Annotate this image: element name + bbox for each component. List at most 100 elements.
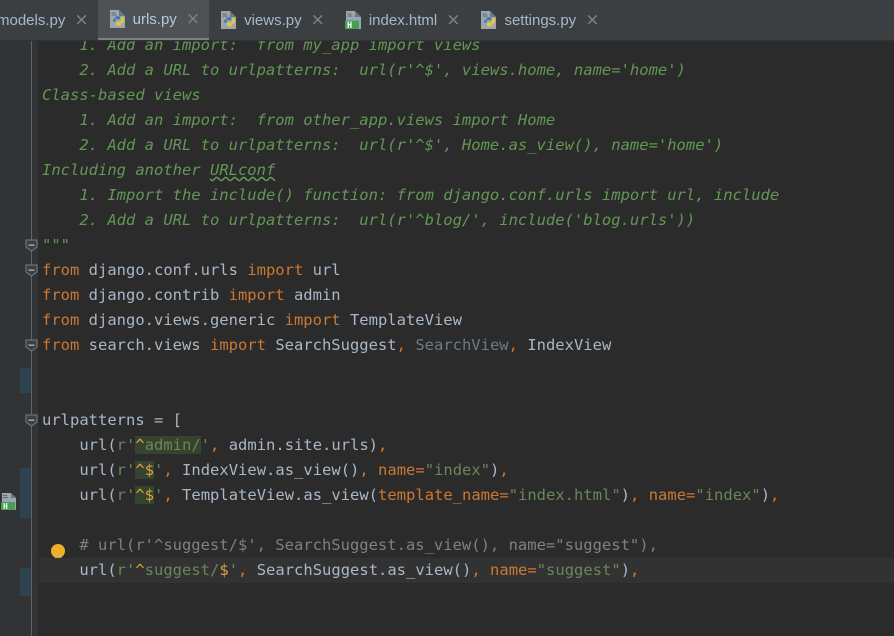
tab-label: settings.py	[504, 11, 577, 29]
code-line[interactable]: Including another URLconf	[39, 158, 275, 183]
svg-text:H: H	[347, 21, 352, 29]
code-token: ^	[135, 436, 145, 454]
python-file-icon	[480, 11, 497, 29]
code-token: django.views.generic	[79, 311, 285, 329]
code-token: r	[116, 486, 126, 504]
close-icon[interactable]: ×	[74, 11, 88, 29]
code-token: name=	[648, 486, 696, 504]
editor-gutter[interactable]: H	[0, 41, 65, 636]
code-token: search.views	[79, 336, 210, 354]
code-line[interactable]: 1. Add an import: from other_app.views i…	[39, 108, 555, 133]
code-line[interactable]	[39, 608, 42, 633]
code-token: ,	[630, 561, 640, 579]
code-token: ,	[163, 486, 173, 504]
code-token: SearchSuggest.as_view()	[247, 561, 472, 579]
code-token: '	[126, 436, 136, 454]
code-token: 1. Add an import: from my_app import vie…	[42, 41, 481, 54]
code-token: admin/	[144, 436, 201, 454]
editor-tab-models-py[interactable]: models.py ×	[0, 0, 98, 40]
close-icon[interactable]: ×	[585, 11, 599, 29]
code-token: [	[163, 411, 182, 429]
code-token: ,	[396, 336, 406, 354]
code-token: import	[247, 261, 304, 279]
code-token: 1. Import the include() function: from d…	[42, 186, 780, 204]
code-line[interactable]	[39, 583, 42, 608]
code-line[interactable]: from search.views import SearchSuggest, …	[39, 333, 611, 358]
code-token: suggest/	[144, 561, 220, 579]
code-token: )	[760, 486, 771, 504]
code-token: ,	[163, 461, 173, 479]
code-line[interactable]	[39, 358, 42, 383]
code-token: ^	[135, 461, 145, 479]
code-token: "index.html"	[508, 486, 621, 504]
editor-tab-settings-py[interactable]: settings.py ×	[469, 0, 609, 40]
code-line[interactable]: 2. Add a URL to urlpatterns: url(r'^blog…	[39, 208, 695, 233]
editor-tab-views-py[interactable]: views.py ×	[209, 0, 334, 40]
code-token: SearchView	[405, 336, 509, 354]
code-line[interactable]: from django.views.generic import Templat…	[39, 308, 462, 333]
code-token: '	[126, 486, 136, 504]
code-token: import	[228, 286, 285, 304]
code-fold-marker[interactable]	[25, 339, 38, 352]
code-line[interactable]: from django.conf.urls import url	[39, 258, 341, 283]
code-token: "index"	[424, 461, 491, 479]
code-token: r	[116, 561, 126, 579]
code-fold-marker[interactable]	[25, 414, 38, 427]
code-line[interactable]	[39, 508, 42, 533]
code-line[interactable]: 1. Add an import: from my_app import vie…	[39, 41, 481, 58]
code-line[interactable]: 2. Add a URL to urlpatterns: url(r'^$', …	[39, 58, 686, 83]
code-token: import	[284, 311, 341, 329]
code-token: ^	[135, 561, 145, 579]
tab-label: views.py	[244, 11, 302, 29]
code-token: '	[126, 461, 136, 479]
code-text-area[interactable]: 1. Add an import: from my_app import vie…	[39, 41, 894, 636]
code-token: template_name=	[378, 486, 509, 504]
editor-tab-bar: models.py × urls.py × views.py × Hindex.html × s…	[0, 0, 894, 41]
code-line[interactable]: urlpatterns = [	[39, 408, 182, 433]
code-token: from	[42, 311, 80, 329]
code-line[interactable]: """	[39, 233, 70, 258]
code-token: TemplateView.as_view(	[172, 486, 379, 504]
code-line[interactable]: url(r'^suggest/$', SearchSuggest.as_view…	[39, 558, 639, 583]
code-token: import	[209, 336, 266, 354]
code-token: IndexView.as_view()	[172, 461, 360, 479]
code-token: "index"	[695, 486, 761, 504]
code-token: IndexView	[517, 336, 612, 354]
editor-tab-urls-py[interactable]: urls.py ×	[97, 0, 210, 40]
close-icon[interactable]: ×	[186, 10, 200, 28]
code-token: url	[303, 261, 341, 279]
code-line[interactable]: from django.contrib import admin	[39, 283, 341, 308]
svg-text:H: H	[3, 502, 8, 510]
code-token: name=	[378, 461, 425, 479]
close-icon[interactable]: ×	[446, 11, 460, 29]
code-line[interactable]: # url(r'^suggest/$', SearchSuggest.as_vi…	[39, 533, 658, 558]
close-icon[interactable]: ×	[311, 11, 325, 29]
code-token: Class-based views	[42, 86, 201, 104]
editor-tab-index-html[interactable]: Hindex.html ×	[333, 0, 470, 40]
code-token: $	[144, 486, 155, 504]
code-token: 1. Add an import: from other_app.views i…	[42, 111, 556, 129]
code-token: url(	[42, 486, 117, 504]
code-token: from	[42, 286, 80, 304]
code-line[interactable]: url(r'^admin/', admin.site.urls),	[39, 433, 387, 458]
code-token: r	[116, 436, 126, 454]
code-token: ,	[499, 461, 509, 479]
code-line[interactable]	[39, 383, 42, 408]
code-token: url(	[42, 561, 117, 579]
code-token: )	[620, 561, 631, 579]
code-fold-marker[interactable]	[25, 264, 38, 277]
code-line[interactable]: url(r'^$', TemplateView.as_view(template…	[39, 483, 779, 508]
code-token: 2. Add a URL to urlpatterns: url(r'^$', …	[42, 136, 724, 154]
code-token: '	[154, 486, 164, 504]
code-token: )	[490, 461, 500, 479]
code-line[interactable]: url(r'^$', IndexView.as_view(), name="in…	[39, 458, 509, 483]
code-editor[interactable]: H 1. Add an import: from my_app import v…	[0, 41, 894, 636]
code-token: ,	[471, 561, 481, 579]
python-file-icon	[109, 10, 126, 28]
code-line[interactable]: 2. Add a URL to urlpatterns: url(r'^$', …	[39, 133, 723, 158]
code-fold-marker[interactable]	[25, 239, 38, 252]
code-token: url(	[42, 436, 117, 454]
code-line[interactable]: Class-based views	[39, 83, 201, 108]
code-line[interactable]: 1. Import the include() function: from d…	[39, 183, 779, 208]
